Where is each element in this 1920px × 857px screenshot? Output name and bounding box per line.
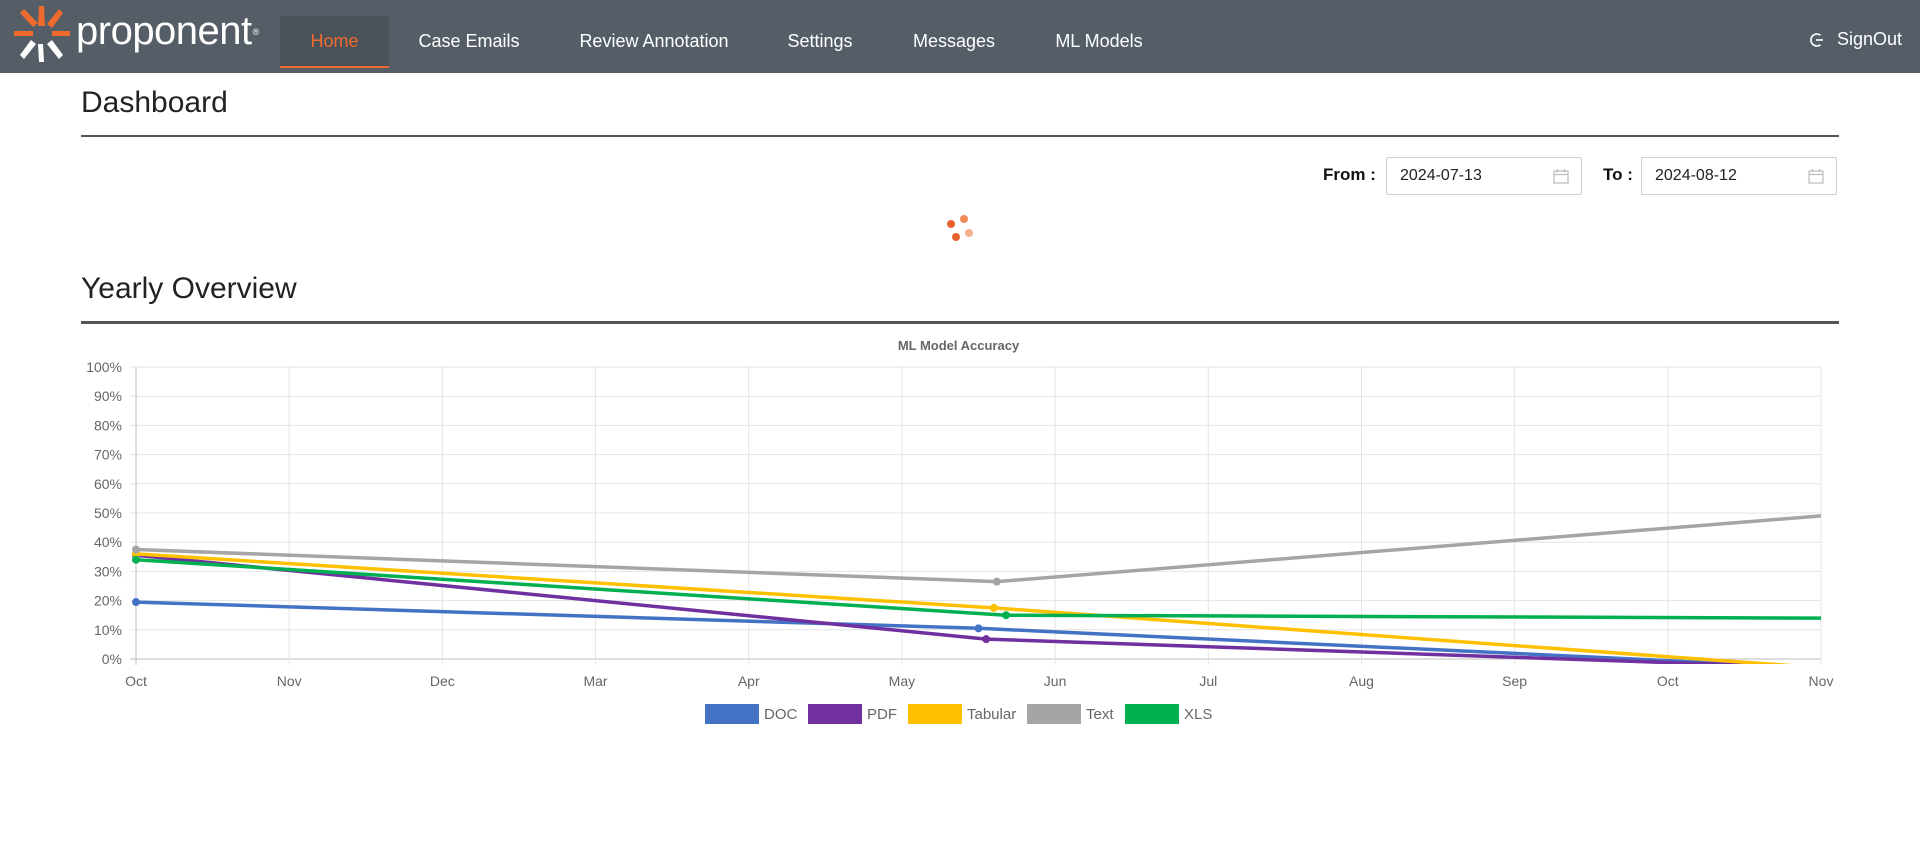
nav-review-annotation[interactable]: Review Annotation: [566, 16, 742, 68]
y-tick-label: 80%: [94, 417, 122, 433]
proponent-logo-icon: [14, 6, 70, 62]
x-tick-label: Apr: [738, 673, 760, 689]
signout-label: SignOut: [1836, 29, 1902, 49]
loading-spinner-icon: [947, 215, 973, 241]
series-point-pdf: [982, 635, 991, 644]
dashboard-divider: [81, 135, 1839, 137]
signout-button[interactable]: SignOut: [1809, 29, 1902, 50]
series-point-xls: [1002, 611, 1011, 620]
legend-label-doc: DOC: [764, 706, 798, 723]
y-tick-label: 50%: [94, 505, 122, 521]
y-tick-label: 70%: [94, 447, 122, 463]
to-date-input[interactable]: 2024-08-12: [1641, 157, 1837, 195]
x-tick-label: Oct: [125, 673, 147, 689]
legend-swatch-tabular: [908, 704, 962, 724]
x-tick-label: Oct: [1657, 673, 1679, 689]
ml-accuracy-chart: ML Model Accuracy 0% 10% 20% 30% 40% 50% 60% 70%…: [86, 338, 1834, 724]
y-tick-label: 60%: [94, 476, 122, 492]
legend-label-pdf: PDF: [867, 706, 897, 723]
to-date-value: 2024-08-12: [1655, 167, 1737, 184]
nav-messages[interactable]: Messages: [897, 16, 1011, 68]
series-point-tabular: [989, 603, 998, 612]
from-label: From :: [1323, 165, 1376, 184]
series-point-doc: [974, 624, 983, 633]
from-date-input[interactable]: 2024-07-13: [1386, 157, 1582, 195]
y-tick-label: 90%: [94, 388, 122, 404]
nav-home[interactable]: Home: [280, 16, 389, 68]
from-date-value: 2024-07-13: [1400, 167, 1482, 184]
series-point-xls: [132, 555, 140, 564]
legend-swatch-xls: [1125, 704, 1179, 724]
y-tick-label: 40%: [94, 534, 122, 550]
calendar-icon[interactable]: [1808, 169, 1824, 184]
series-point-text: [132, 545, 140, 554]
x-tick-label: Nov: [277, 673, 302, 689]
y-tick-label: 100%: [86, 359, 122, 375]
chart-title: ML Model Accuracy: [898, 338, 1020, 353]
legend-swatch-pdf: [808, 704, 862, 724]
proponent-logo[interactable]: proponent ®: [12, 5, 259, 63]
y-tick-label: 0%: [102, 651, 122, 667]
x-tick-label: Jul: [1199, 673, 1217, 689]
y-tick-label: 20%: [94, 593, 122, 609]
dashboard-title: Dashboard: [81, 86, 228, 119]
y-tick-label: 10%: [94, 622, 122, 638]
calendar-icon[interactable]: [1553, 169, 1569, 184]
top-nav-bar: proponent ® Home Case Emails Review Annot…: [0, 0, 1920, 73]
x-tick-label: Aug: [1349, 673, 1374, 689]
y-tick-label: 30%: [94, 563, 122, 579]
registered-mark: ®: [252, 27, 260, 37]
legend-swatch-doc: [705, 704, 759, 724]
x-tick-label: May: [889, 673, 915, 689]
x-tick-label: Jun: [1044, 673, 1067, 689]
series-point-text: [992, 577, 1001, 586]
yearly-overview-title: Yearly Overview: [81, 272, 297, 305]
x-tick-label: Sep: [1502, 673, 1527, 689]
legend-swatch-text: [1027, 704, 1081, 724]
overview-divider: [81, 321, 1839, 324]
signout-icon: [1810, 32, 1823, 47]
nav-ml-models[interactable]: ML Models: [1044, 16, 1154, 68]
legend-label-tabular: Tabular: [967, 706, 1016, 723]
to-label: To :: [1603, 165, 1633, 184]
x-tick-label: Dec: [430, 673, 455, 689]
logo-wordmark: proponent: [76, 8, 252, 53]
series-point-doc: [132, 598, 140, 607]
x-tick-label: Nov: [1809, 673, 1834, 689]
x-tick-label: Mar: [583, 673, 607, 689]
legend-label-text: Text: [1086, 706, 1114, 723]
legend-label-xls: XLS: [1184, 706, 1212, 723]
nav-case-emails[interactable]: Case Emails: [408, 16, 530, 68]
nav-settings[interactable]: Settings: [774, 16, 866, 68]
